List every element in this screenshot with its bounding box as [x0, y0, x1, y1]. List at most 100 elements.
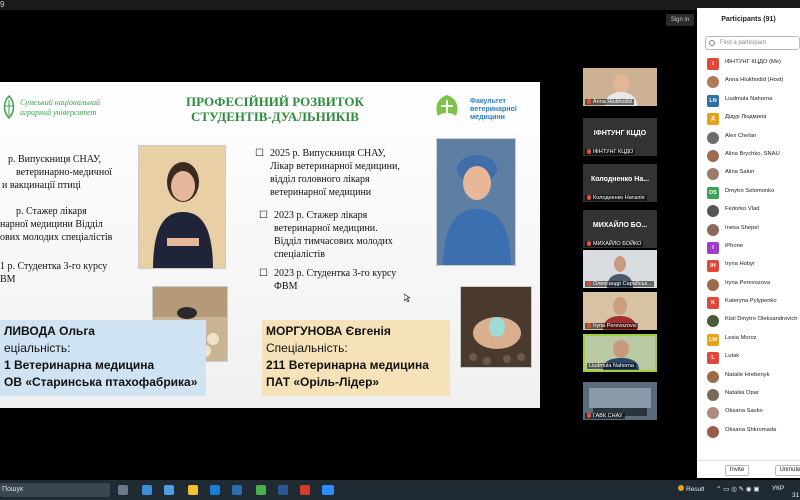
left-bullet-2-line2: нарної медицини Відділ: [0, 219, 103, 230]
participant-row[interactable]: Fedorko Vlad: [705, 202, 800, 220]
search-placeholder: Find a participant: [720, 40, 767, 46]
clock-text: 31: [792, 492, 800, 499]
avatar: K: [707, 297, 719, 310]
app-icon[interactable]: [300, 485, 310, 495]
participant-row[interactable]: IH Iryna Hobyr: [705, 257, 800, 275]
muted-mic-icon: [587, 195, 591, 201]
participant-name: Inesa Shepel: [725, 224, 759, 231]
browser-icon[interactable]: [210, 485, 220, 495]
participant-row[interactable]: IiPhone: [705, 239, 800, 257]
muted-mic-icon: [587, 99, 591, 105]
participant-row[interactable]: Oksana Shkromada: [705, 423, 800, 441]
video-tile-anna[interactable]: Anna Hlukhodid: [583, 68, 657, 106]
participant-row[interactable]: Inesa Shepel: [705, 221, 800, 239]
faculty-text-line1: Факультет: [470, 98, 506, 105]
language-indicator[interactable]: УКР: [772, 485, 784, 492]
participant-row[interactable]: Alina Brychko, SNAU: [705, 147, 800, 165]
university-logo: Сумський національний аграрний університ…: [0, 92, 120, 126]
avatar: IH: [707, 260, 719, 273]
right-bullet-3-line1: 2023 р. Студентка 3-го курсу: [274, 268, 397, 279]
participant-name: iPhone: [725, 242, 744, 249]
tile-name: ГАВК СНАУ: [593, 413, 623, 419]
slide-title-line2: СТУДЕНТІВ-ДУАЛЬНИКІВ: [191, 109, 359, 124]
participant-name: Lesia Moroz: [725, 334, 757, 341]
left-bullet-1-line2: ветеринарно-медичної: [16, 167, 112, 178]
video-tile-gavk[interactable]: ГАВК СНАУ: [583, 382, 657, 420]
windows-taskbar: Пошук Result ⌃ ▭ ◎ ✎ ◉ ▣ УКР 31: [0, 480, 800, 500]
tile-name: Iryna Perevozova: [593, 323, 636, 329]
participant-row[interactable]: Oksana Savko: [705, 404, 800, 422]
participant-row[interactable]: K Kateryna Pylypenko: [705, 294, 800, 312]
participant-row[interactable]: Anna Hlukhodid (Host): [705, 73, 800, 91]
video-tile-kolodnenko[interactable]: Колодненко На... Колодненко Наталія: [583, 164, 657, 202]
shared-slide: Сумський національний аграрний університ…: [0, 82, 540, 408]
right-box-name: МОРГУНОВА Євгенія: [266, 324, 391, 338]
participant-row[interactable]: LM Lesia Moroz: [705, 331, 800, 349]
zoom-icon[interactable]: [322, 485, 334, 495]
tray-icons[interactable]: ⌃ ▭ ◎ ✎ ◉ ▣: [716, 485, 760, 493]
student-info-box-left: ЛИВОДА Ольга еціальність: 1 Ветеринарна …: [0, 320, 206, 396]
participant-name: Natalie Hrebenyk: [725, 371, 770, 378]
taskbar-search-box[interactable]: Пошук: [0, 483, 110, 497]
result-indicator[interactable]: Result: [678, 485, 704, 493]
video-tile-nahorna-active-speaker[interactable]: Liudmula Nahorna: [583, 334, 657, 372]
right-bullet-2-line1: 2023 р. Стажер лікаря: [274, 210, 368, 221]
store-icon[interactable]: [232, 485, 242, 495]
video-tile-oleksandr[interactable]: Олександр Сарабськ...: [583, 250, 657, 288]
edge-icon[interactable]: [142, 485, 152, 495]
avatar: [707, 315, 719, 328]
right-bullet-1-line4: ветеринарної медицини: [270, 187, 372, 198]
participant-row[interactable]: I ІФНТУНГ КЦДО (Me): [705, 55, 800, 73]
student-info-box-right: МОРГУНОВА Євгенія Спеціальність: 211 Вет…: [262, 320, 450, 396]
faculty-text-line2: ветеринарної: [470, 106, 517, 113]
participant-row[interactable]: Alex Chelan: [705, 129, 800, 147]
participants-footer: Invite Unmute: [697, 460, 800, 478]
avatar: [707, 76, 719, 89]
participant-row[interactable]: L Lutak: [705, 349, 800, 367]
avatar: [707, 223, 719, 236]
tile-name: МИХАЙЛО БОЙКО: [593, 241, 642, 247]
participant-search-input[interactable]: Find a participant: [705, 36, 800, 50]
file-explorer-icon[interactable]: [188, 485, 198, 495]
video-tile-kcdo[interactable]: ІФНТУНГ КЦДО ІФНТУНГ КЦДО: [583, 118, 657, 156]
participant-name: Alina Brychko, SNAU: [725, 150, 780, 157]
participant-row[interactable]: Nataliia Opar: [705, 386, 800, 404]
participant-name: Lutak: [725, 353, 740, 360]
portrait-photo-left: [138, 145, 226, 269]
mouse-cursor-icon: [404, 294, 410, 302]
sign-in-button[interactable]: Sign in: [666, 14, 694, 26]
tile-name: ІФНТУНГ КЦДО: [593, 149, 634, 155]
participant-row[interactable]: DS Dmytro Solomonko: [705, 184, 800, 202]
participant-row[interactable]: Kisil Dmytro Oleksandrovich: [705, 312, 800, 330]
participant-row[interactable]: Natalie Hrebenyk: [705, 368, 800, 386]
participants-title: Participants (91): [721, 16, 776, 23]
participant-name: Alina Salun: [725, 169, 755, 176]
right-bullet-2-line2: ветеринарної медицини.: [274, 223, 378, 234]
participant-row[interactable]: LN Liudmula Nahorna: [705, 92, 800, 110]
right-bullet-2-line4: спеціалістів: [274, 249, 325, 260]
left-bullet-3-line1: 1 р. Студентка 3-го курсу: [0, 261, 108, 272]
participant-row[interactable]: Iryna Perevozova: [705, 276, 800, 294]
avatar: DS: [707, 186, 719, 199]
participant-row[interactable]: Alina Salun: [705, 165, 800, 183]
mail-icon[interactable]: [164, 485, 174, 495]
faculty-text-line3: медицини: [470, 114, 505, 121]
word-icon[interactable]: [278, 485, 288, 495]
muted-mic-icon: [587, 149, 591, 155]
muted-mic-icon: [587, 323, 591, 329]
video-tile-mykhailo[interactable]: МИХАЙЛО БО... МИХАЙЛО БОЙКО: [583, 210, 657, 248]
portrait-photo-right: [436, 138, 516, 266]
left-bullet-1-line3: и вакцинації птиці: [2, 180, 81, 191]
invite-button[interactable]: Invite: [725, 465, 749, 476]
faculty-emblem-icon: [436, 95, 458, 116]
video-tile-perevozova[interactable]: Iryna Perevozova: [583, 292, 657, 330]
right-box-specialty-label: Спеціальність:: [266, 341, 348, 355]
chrome-icon[interactable]: [256, 485, 266, 495]
task-view-icon[interactable]: [118, 485, 128, 495]
participant-name: Nataliia Opar: [725, 390, 759, 397]
tile-display-name: Колодненко На...: [590, 176, 650, 183]
participant-row[interactable]: Д Дідур Людмила: [705, 110, 800, 128]
left-box-specialty-label: еціальність:: [4, 341, 71, 355]
unmute-all-button[interactable]: Unmute: [775, 465, 800, 476]
left-bullet-1-line1: р. Випускниця СНАУ,: [8, 154, 102, 165]
